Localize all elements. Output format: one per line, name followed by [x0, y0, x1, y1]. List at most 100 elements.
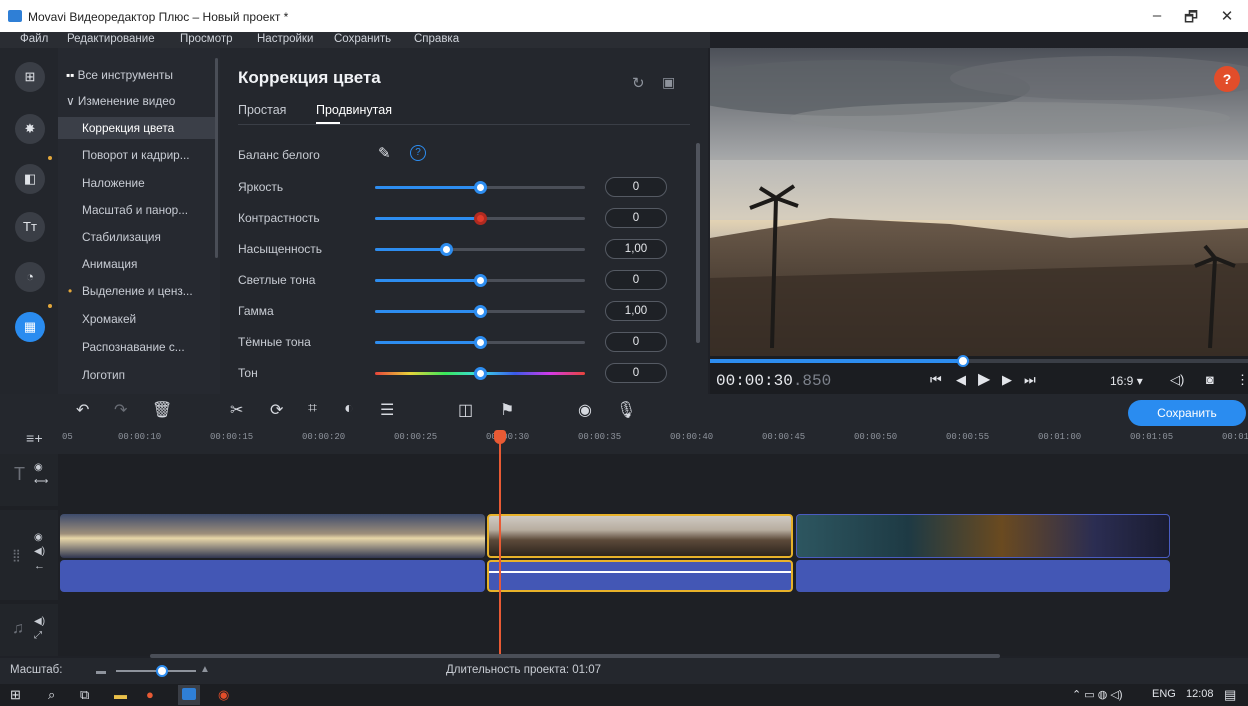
hue-slider-knob[interactable] — [474, 367, 487, 380]
menu-edit[interactable]: Редактирование — [67, 33, 155, 45]
video-clip-2-selected[interactable] — [487, 514, 793, 558]
preview-video[interactable] — [710, 48, 1248, 356]
all-tools-item[interactable]: ▪▪ Все инструменты — [58, 64, 218, 86]
clock[interactable]: 12:08 — [1186, 688, 1214, 700]
tools-scrollbar[interactable] — [215, 58, 218, 258]
microphone-icon[interactable]: 🎙 — [616, 400, 636, 420]
rotate-icon[interactable]: ⟳ — [270, 400, 283, 420]
tab-simple[interactable]: Простая — [238, 103, 286, 117]
scale-slider-knob[interactable] — [156, 665, 168, 677]
add-track-icon[interactable]: ≡+ — [26, 432, 43, 448]
language-indicator[interactable]: ENG — [1152, 688, 1176, 700]
reset-icon[interactable]: ↻ — [632, 74, 645, 92]
gamma-value[interactable]: 1,00 — [605, 301, 667, 321]
transitions-icon[interactable]: ◧ — [15, 164, 45, 194]
track-grip-icon[interactable]: ⣿ — [12, 548, 21, 562]
cut-icon[interactable]: ✂ — [230, 400, 243, 420]
save-preset-icon[interactable]: ▣ — [662, 74, 675, 91]
highlights-value[interactable]: 0 — [605, 270, 667, 290]
record-icon[interactable]: ◉ — [218, 687, 229, 703]
tool-overlay[interactable]: Наложение — [58, 172, 218, 194]
audio-clip-1[interactable] — [60, 560, 485, 592]
menu-view[interactable]: Просмотр — [180, 33, 233, 45]
tool-logo[interactable]: Логотип — [58, 364, 218, 386]
eyedropper-icon[interactable]: ✎ — [378, 144, 391, 162]
maximize-button[interactable]: 🗗 — [1176, 7, 1206, 32]
shadows-value[interactable]: 0 — [605, 332, 667, 352]
overlay-icon[interactable]: ◫ — [458, 400, 473, 420]
saturation-value[interactable]: 1,00 — [605, 239, 667, 259]
shadows-slider[interactable] — [375, 336, 585, 349]
tool-rotate-crop[interactable]: Поворот и кадрир... — [58, 144, 218, 166]
search-icon[interactable]: ⌕ — [48, 687, 55, 703]
brightness-slider[interactable] — [375, 181, 585, 194]
skip-end-icon[interactable]: ⏭ — [1024, 372, 1036, 388]
highlights-slider-knob[interactable] — [474, 274, 487, 287]
more-icon[interactable]: ⋮ — [1236, 372, 1248, 388]
hue-slider[interactable] — [375, 367, 585, 380]
aspect-ratio-select[interactable]: 16:9 ▾ — [1110, 374, 1143, 388]
titles-icon[interactable]: Tт — [15, 212, 45, 242]
minimize-button[interactable]: – — [1142, 7, 1172, 24]
detach-audio-icon[interactable]: ← — [34, 560, 45, 572]
volume-icon[interactable]: ◀) — [34, 546, 45, 557]
next-frame-icon[interactable]: ▶ — [1002, 372, 1012, 388]
timeline-ruler[interactable]: ≡+ 05 00:00:10 00:00:15 00:00:20 00:00:25 00:… — [0, 430, 1248, 454]
hue-value[interactable]: 0 — [605, 363, 667, 383]
delete-icon[interactable]: 🗑 — [152, 400, 172, 420]
marker-icon[interactable]: ⚑ — [500, 400, 514, 420]
import-icon[interactable]: ⊞ — [15, 62, 45, 92]
tool-highlight-censor[interactable]: • Выделение и ценз... — [58, 280, 218, 302]
tool-color-correction[interactable]: Коррекция цвета — [58, 117, 218, 139]
tool-chroma-key[interactable]: Хромакей — [58, 308, 218, 330]
visibility-icon[interactable]: ◉ — [34, 532, 43, 543]
brightness-slider-knob[interactable] — [474, 181, 487, 194]
contrast-slider-knob[interactable] — [474, 212, 487, 225]
help-button[interactable]: ? — [1214, 66, 1240, 92]
volume-icon[interactable]: ◀) — [34, 616, 45, 627]
windows-start-icon[interactable]: ⊞ — [10, 687, 21, 703]
color-icon[interactable]: ◐ — [344, 400, 354, 418]
stickers-icon[interactable]: ◔ — [15, 262, 45, 292]
tray-icons[interactable]: ⌃ ▭ ◍ ◁) — [1072, 688, 1123, 701]
playhead[interactable] — [499, 430, 501, 656]
video-clip-1[interactable] — [60, 514, 485, 558]
gamma-slider-knob[interactable] — [474, 305, 487, 318]
skip-start-icon[interactable]: ⏮ — [930, 372, 942, 388]
menu-help[interactable]: Справка — [414, 33, 459, 45]
tool-stabilization[interactable]: Стабилизация — [58, 226, 218, 248]
undo-icon[interactable]: ↶ — [76, 400, 89, 420]
zoom-in-icon[interactable]: ▲ — [200, 664, 210, 675]
saturation-slider-knob[interactable] — [440, 243, 454, 256]
prev-frame-icon[interactable]: ◀ — [956, 372, 966, 388]
volume-icon[interactable]: ◁) — [1170, 372, 1184, 388]
saturation-slider[interactable] — [375, 243, 585, 256]
webcam-icon[interactable]: ◉ — [578, 400, 592, 420]
close-button[interactable]: ✕ — [1212, 7, 1242, 25]
menu-save[interactable]: Сохранить — [334, 33, 391, 45]
video-clip-3[interactable] — [796, 514, 1170, 558]
redo-icon[interactable]: ↷ — [114, 400, 127, 420]
snapshot-icon[interactable]: ◙ — [1206, 372, 1214, 387]
panel-scrollbar[interactable] — [696, 143, 700, 343]
menu-settings[interactable]: Настройки — [257, 33, 313, 45]
file-explorer-icon[interactable]: ▬ — [114, 687, 127, 702]
brightness-value[interactable]: 0 — [605, 177, 667, 197]
browser-icon[interactable]: ● — [146, 687, 154, 702]
tool-animation[interactable]: Анимация — [58, 253, 218, 275]
tool-zoom-pan[interactable]: Масштаб и панор... — [58, 199, 218, 221]
info-icon[interactable]: ? — [410, 145, 426, 161]
volume-line[interactable] — [489, 571, 791, 573]
effects-icon[interactable]: ✸ — [15, 114, 45, 144]
visibility-icon[interactable]: ◉ — [34, 462, 43, 473]
playhead-handle[interactable] — [494, 430, 506, 444]
crop-icon[interactable]: ⌗ — [308, 400, 317, 418]
playback-progress[interactable] — [710, 355, 1248, 367]
menu-file[interactable]: Файл — [20, 33, 48, 45]
zoom-out-icon[interactable]: ▬ — [96, 666, 106, 677]
save-button[interactable]: Сохранить — [1128, 400, 1246, 426]
more-tools-icon[interactable]: ▦ — [15, 312, 45, 342]
gamma-slider[interactable] — [375, 305, 585, 318]
audio-clip-3[interactable] — [796, 560, 1170, 592]
task-view-icon[interactable]: ⧉ — [80, 687, 89, 703]
